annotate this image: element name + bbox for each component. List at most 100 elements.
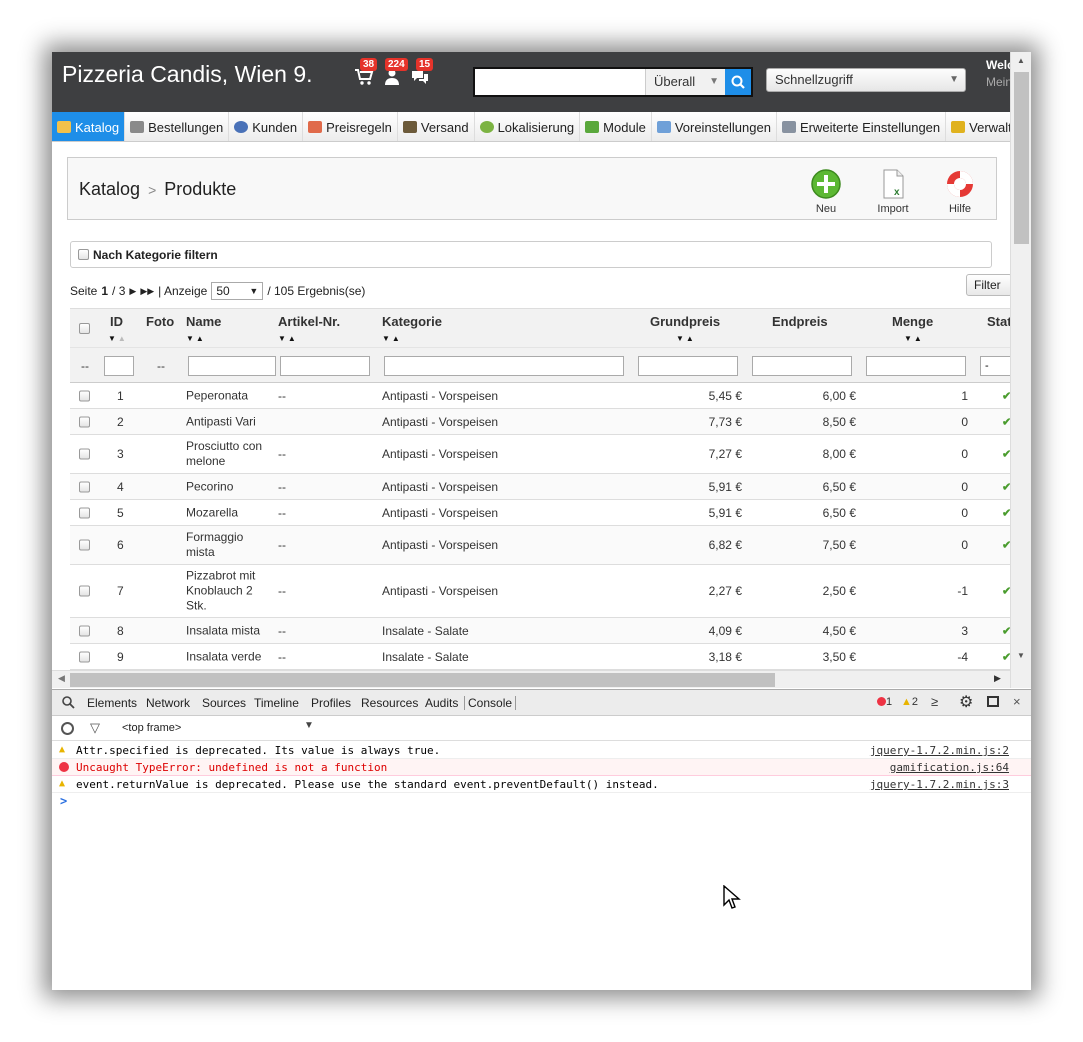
tab-price-rules[interactable]: Preisregeln: [303, 112, 398, 141]
console-source-link[interactable]: jquery-1.7.2.min.js:3: [870, 778, 1009, 791]
devtools-tab-console[interactable]: Console: [464, 696, 517, 710]
status-enabled-icon[interactable]: ✔: [1002, 539, 1010, 552]
scroll-down-icon[interactable]: ▼: [1017, 651, 1025, 660]
row-checkbox[interactable]: [79, 625, 90, 636]
scroll-thumb[interactable]: [70, 673, 775, 687]
scroll-up-icon[interactable]: ▲: [1017, 56, 1025, 65]
console-source-link[interactable]: gamification.js:64: [890, 761, 1009, 774]
row-checkbox[interactable]: [79, 416, 90, 427]
scroll-left-icon[interactable]: ◀: [58, 673, 65, 684]
status-enabled-icon[interactable]: ✔: [1002, 480, 1010, 493]
tab-modules[interactable]: Module: [580, 112, 652, 141]
status-enabled-icon[interactable]: ✔: [1002, 624, 1010, 637]
table-row[interactable]: 7 Pizzabrot mit Knoblauch 2 Stk. -- Antipas…: [70, 565, 1010, 618]
devtools-tab-network[interactable]: Network: [146, 696, 190, 710]
status-enabled-icon[interactable]: ✔: [1002, 506, 1010, 519]
orders-notification[interactable]: 38: [354, 58, 378, 88]
error-count-badge[interactable]: 1: [877, 696, 892, 708]
sort-arrows-icon[interactable]: ▼▲: [108, 334, 128, 343]
tab-advanced-settings[interactable]: Erweiterte Einstellungen: [777, 112, 947, 141]
inspect-icon[interactable]: [61, 695, 75, 714]
tab-preferences[interactable]: Voreinstellungen: [652, 112, 777, 141]
status-enabled-icon[interactable]: ✔: [1002, 585, 1010, 598]
column-article-number[interactable]: Artikel-Nr.: [278, 314, 340, 329]
row-checkbox[interactable]: [79, 585, 90, 597]
category-filter-checkbox[interactable]: [78, 249, 89, 260]
devtools-tab-timeline[interactable]: Timeline: [254, 696, 299, 710]
horizontal-scrollbar[interactable]: ◀ ▶: [52, 670, 1010, 688]
category-filter-input[interactable]: [384, 356, 624, 376]
table-row[interactable]: 5 Mozarella -- Antipasti - Vorspeisen 5,91 €…: [70, 500, 1010, 526]
console-message[interactable]: ▲ Attr.specified is deprecated. Its value…: [52, 742, 1031, 759]
row-checkbox[interactable]: [79, 481, 90, 492]
table-row[interactable]: 4 Pecorino -- Antipasti - Vorspeisen 5,91 € 6…: [70, 474, 1010, 500]
clear-console-icon[interactable]: [61, 722, 74, 735]
column-status[interactable]: Stat: [987, 314, 1010, 329]
devtools-tab-resources[interactable]: Resources: [361, 696, 418, 710]
customers-notification[interactable]: 224: [383, 58, 408, 88]
import-button[interactable]: x Import: [868, 168, 918, 215]
base-price-filter-input[interactable]: [638, 356, 738, 376]
console-source-link[interactable]: jquery-1.7.2.min.js:2: [870, 744, 1009, 757]
console-message[interactable]: Uncaught TypeError: undefined is not a f…: [52, 759, 1031, 776]
column-quantity[interactable]: Menge: [892, 314, 933, 329]
article-filter-input[interactable]: [280, 356, 370, 376]
row-checkbox[interactable]: [79, 507, 90, 518]
sort-arrows-icon[interactable]: ▼▲: [676, 334, 696, 343]
warning-count-badge[interactable]: ▲2: [901, 696, 918, 708]
chevron-down-icon[interactable]: ▼: [304, 720, 314, 731]
table-row[interactable]: 9 Insalata verde -- Insalate - Salate 3,18 €…: [70, 644, 1010, 670]
tab-localization[interactable]: Lokalisierung: [475, 112, 581, 141]
row-checkbox[interactable]: [79, 539, 90, 551]
tab-administration[interactable]: Verwaltung: [946, 112, 1010, 141]
devtools-tab-elements[interactable]: Elements: [87, 696, 137, 710]
close-icon[interactable]: ×: [1013, 694, 1021, 709]
gear-icon[interactable]: ⚙: [959, 692, 973, 712]
search-input[interactable]: [475, 69, 645, 95]
next-page-icon[interactable]: ▶: [129, 286, 136, 297]
column-name[interactable]: Name: [186, 314, 221, 329]
dock-icon[interactable]: [987, 696, 999, 707]
row-checkbox[interactable]: [79, 448, 90, 460]
sort-arrows-icon[interactable]: ▼▲: [904, 334, 924, 343]
tab-shipping[interactable]: Versand: [398, 112, 475, 141]
frame-select[interactable]: <top frame>: [122, 722, 181, 734]
messages-notification[interactable]: 15: [410, 58, 434, 88]
table-row[interactable]: 6 Formaggio mista -- Antipasti - Vorspeisen…: [70, 526, 1010, 565]
column-base-price[interactable]: Grundpreis: [650, 314, 720, 329]
status-enabled-icon[interactable]: ✔: [1002, 650, 1010, 663]
sort-arrows-icon[interactable]: ▼▲: [186, 334, 206, 343]
column-final-price[interactable]: Endpreis: [772, 314, 828, 329]
tab-orders[interactable]: Bestellungen: [125, 112, 230, 141]
devtools-tab-sources[interactable]: Sources: [202, 696, 246, 710]
account-link[interactable]: Mein: [986, 75, 1012, 89]
status-enabled-icon[interactable]: ✔: [1002, 415, 1010, 428]
console-message[interactable]: ▲ event.returnValue is deprecated. Please…: [52, 776, 1031, 793]
last-page-icon[interactable]: ▶▶: [140, 286, 154, 297]
table-row[interactable]: 8 Insalata mista -- Insalate - Salate 4,09 €…: [70, 618, 1010, 644]
final-price-filter-input[interactable]: [752, 356, 852, 376]
filter-icon[interactable]: ▽: [90, 720, 100, 736]
row-checkbox[interactable]: [79, 651, 90, 662]
devtools-tab-profiles[interactable]: Profiles: [311, 696, 351, 710]
status-enabled-icon[interactable]: ✔: [1002, 448, 1010, 461]
console-prompt[interactable]: >: [60, 794, 67, 808]
sort-arrows-icon[interactable]: ▼▲: [278, 334, 298, 343]
status-enabled-icon[interactable]: ✔: [1002, 389, 1010, 402]
name-filter-input[interactable]: [188, 356, 276, 376]
scroll-right-icon[interactable]: ▶: [994, 673, 1001, 684]
sort-arrows-icon[interactable]: ▼▲: [382, 334, 402, 343]
select-all-checkbox[interactable]: [79, 323, 90, 334]
table-row[interactable]: 1 Peperonata -- Antipasti - Vorspeisen 5,45 …: [70, 383, 1010, 409]
column-category[interactable]: Kategorie: [382, 314, 442, 329]
search-button[interactable]: [725, 69, 751, 95]
new-button[interactable]: Neu: [801, 168, 851, 215]
help-button[interactable]: Hilfe: [935, 168, 985, 215]
page-size-select[interactable]: 50 ▼: [211, 282, 264, 300]
column-id[interactable]: ID: [110, 314, 123, 329]
quantity-filter-input[interactable]: [866, 356, 966, 376]
drawer-toggle-icon[interactable]: ≥: [931, 694, 938, 709]
devtools-tab-audits[interactable]: Audits: [425, 696, 458, 710]
id-filter-input[interactable]: [104, 356, 134, 376]
tab-catalog[interactable]: Katalog: [52, 112, 126, 141]
